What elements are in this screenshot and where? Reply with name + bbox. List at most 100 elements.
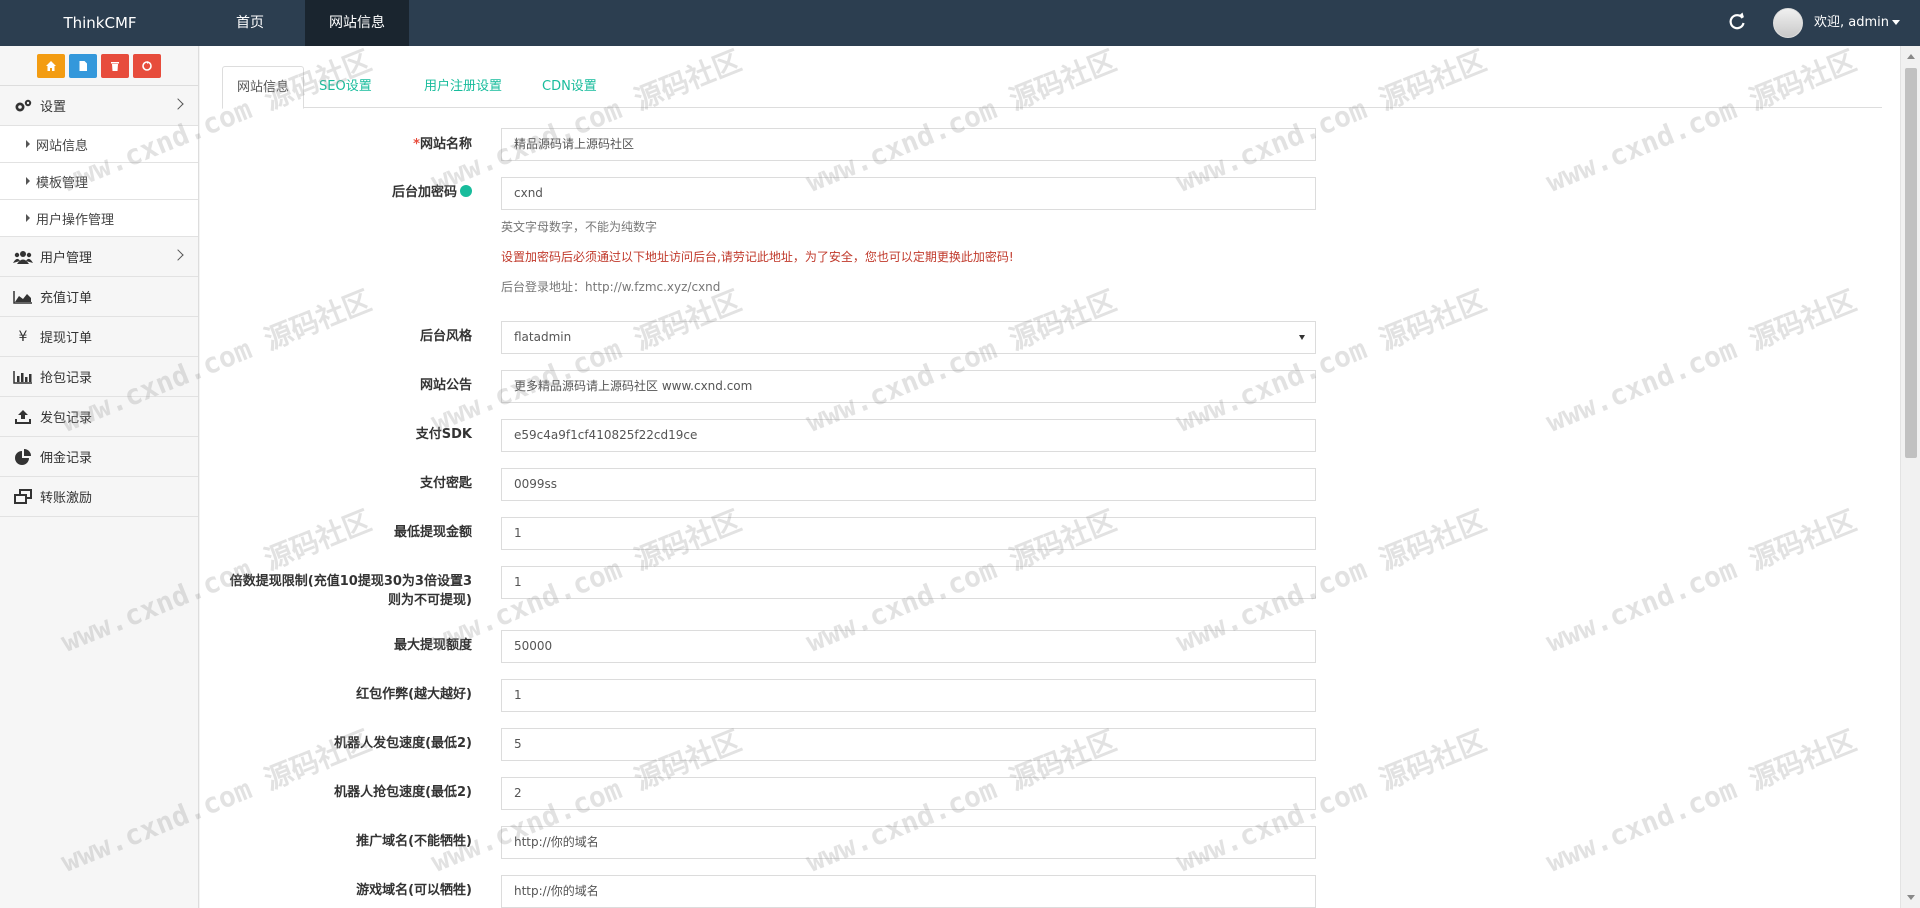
sidebar-item-grab-records[interactable]: 抢包记录	[0, 357, 198, 397]
admin-login-url: 后台登录地址：http://w.fzmc.xyz/cxnd	[501, 278, 720, 295]
sidebar-item-recharge-orders[interactable]: 充值订单	[0, 277, 198, 317]
sidebar: 设置 网站信息 模板管理 用户操作管理 用户管理 充值订单 ¥ 提现订单 抢包记…	[0, 46, 199, 908]
vertical-scrollbar[interactable]	[1900, 46, 1920, 908]
notice-label: 网站公告	[419, 378, 472, 393]
upload-icon	[12, 408, 34, 426]
scroll-up-arrow-icon[interactable]	[1907, 54, 1915, 59]
gears-icon	[12, 97, 34, 115]
game-domain-input[interactable]: http://你的域名	[501, 875, 1316, 908]
trash-icon	[111, 61, 119, 71]
user-greeting: 欢迎, admin	[1814, 15, 1889, 30]
area-chart-icon	[12, 288, 34, 306]
sidebar-item-label: 发包记录	[40, 411, 93, 426]
site-name-label: *网站名称	[202, 135, 472, 154]
admin-style-select[interactable]: flatadmin	[501, 321, 1316, 354]
info-icon[interactable]	[460, 185, 472, 197]
tab-register[interactable]: 用户注册设置	[410, 66, 516, 108]
pay-key-label: 支付密匙	[419, 476, 472, 491]
sidebar-subitem-templates[interactable]: 模板管理	[0, 163, 198, 200]
yen-icon: ¥	[18, 328, 28, 345]
admin-code-help: 英文字母数字，不能为纯数字	[501, 220, 658, 234]
caret-right-icon	[26, 214, 30, 222]
max-withdraw-input[interactable]: 50000	[501, 630, 1316, 663]
scroll-down-arrow-icon[interactable]	[1907, 895, 1915, 900]
site-name-label-text: 网站名称	[419, 137, 472, 152]
sidebar-item-send-records[interactable]: 发包记录	[0, 397, 198, 437]
notice-input[interactable]: 更多精品源码请上源码社区 www.cxnd.com	[501, 370, 1316, 403]
robot-grab-label: 机器人抢包速度(最低2)	[334, 785, 472, 800]
sidebar-item-label: 佣金记录	[40, 451, 93, 466]
admin-code-input[interactable]: cxnd	[501, 177, 1316, 210]
chevron-right-icon	[172, 249, 184, 261]
required-marker: *	[413, 137, 420, 152]
file-icon	[79, 60, 87, 71]
tab-site-info[interactable]: 网站信息	[222, 66, 305, 109]
bar-chart-icon	[12, 368, 34, 386]
home-shortcut-button[interactable]	[37, 53, 65, 78]
sidebar-item-label: 设置	[40, 100, 67, 115]
caret-down-icon	[1892, 20, 1900, 25]
sidebar-item-label: 转账激励	[40, 491, 93, 506]
min-withdraw-input[interactable]: 1	[501, 517, 1316, 550]
select-arrow-icon	[1299, 335, 1305, 340]
max-withdraw-label: 最大提现额度	[393, 638, 472, 653]
pay-key-input[interactable]: 0099ss	[501, 468, 1316, 501]
min-withdraw-label: 最低提现金额	[393, 525, 472, 540]
top-navbar: ThinkCMF 首页 网站信息 欢迎, admin	[0, 0, 1920, 46]
cheat-label: 红包作弊(越大越好)	[356, 687, 472, 702]
pie-chart-icon	[12, 448, 34, 466]
nav-site-info[interactable]: 网站信息	[305, 0, 409, 46]
admin-code-label: 后台加密码	[202, 183, 472, 202]
robot-send-label: 机器人发包速度(最低2)	[334, 736, 472, 751]
robot-grab-input[interactable]: 2	[501, 777, 1316, 810]
sidebar-item-label: 充值订单	[40, 291, 93, 306]
promo-domain-input[interactable]: http://你的域名	[501, 826, 1316, 859]
multiple-limit-label-line1: 倍数提现限制(充值10提现30为3倍设置3	[229, 574, 472, 589]
admin-login-url-link[interactable]: http://w.fzmc.xyz/cxnd	[585, 280, 720, 294]
site-name-input[interactable]: 精品源码请上源码社区	[501, 128, 1316, 161]
trash-shortcut-button[interactable]	[101, 53, 129, 78]
sidebar-item-label: 用户管理	[40, 251, 93, 266]
robot-send-input[interactable]: 5	[501, 728, 1316, 761]
admin-code-warning: 设置加密码后必须通过以下地址访问后台,请劳记此地址，为了安全，您也可以定期更换此…	[501, 250, 1014, 264]
user-menu[interactable]: 欢迎, admin	[1814, 0, 1900, 46]
chevron-right-icon	[172, 98, 184, 110]
nav-home[interactable]: 首页	[212, 0, 288, 46]
windows-icon	[12, 488, 34, 506]
file-shortcut-button[interactable]	[69, 53, 97, 78]
cheat-input[interactable]: 1	[501, 679, 1316, 712]
multiple-limit-input[interactable]: 1	[501, 566, 1316, 599]
sidebar-item-withdraw-orders[interactable]: ¥ 提现订单	[0, 317, 198, 357]
sidebar-item-settings[interactable]: 设置	[0, 86, 198, 126]
sidebar-subitem-user-actions[interactable]: 用户操作管理	[0, 200, 198, 237]
caret-right-icon	[26, 177, 30, 185]
sidebar-subitem-label: 用户操作管理	[36, 212, 115, 228]
tab-bar: 网站信息 SEO设置 用户注册设置 CDN设置	[222, 66, 1882, 109]
recycle-icon	[142, 60, 152, 71]
admin-code-label-text: 后台加密码	[391, 185, 457, 200]
avatar[interactable]	[1773, 8, 1803, 38]
tab-cdn[interactable]: CDN设置	[528, 66, 611, 108]
sidebar-item-label: 抢包记录	[40, 371, 93, 386]
multiple-limit-label: 倍数提现限制(充值10提现30为3倍设置3 则为不可提现)	[202, 572, 472, 610]
users-icon	[12, 248, 34, 266]
sidebar-item-label: 提现订单	[40, 331, 93, 346]
refresh-icon[interactable]	[1725, 10, 1749, 34]
sidebar-item-users[interactable]: 用户管理	[0, 237, 198, 277]
pay-sdk-label: 支付SDK	[415, 427, 472, 442]
sidebar-subitem-label: 网站信息	[36, 138, 89, 154]
pay-sdk-input[interactable]: e59c4a9f1cf410825f22cd19ce	[501, 419, 1316, 452]
recycle-shortcut-button[interactable]	[133, 53, 161, 78]
game-domain-label: 游戏域名(可以牺牲)	[356, 883, 472, 898]
caret-right-icon	[26, 140, 30, 148]
sidebar-subitem-label: 模板管理	[36, 175, 89, 191]
multiple-limit-label-line2: 则为不可提现)	[388, 593, 472, 608]
sidebar-subitem-site-info[interactable]: 网站信息	[0, 126, 198, 163]
brand-logo[interactable]: ThinkCMF	[0, 0, 200, 46]
sidebar-item-commission-records[interactable]: 佣金记录	[0, 437, 198, 477]
sidebar-item-transfer-rewards[interactable]: 转账激励	[0, 477, 198, 517]
tab-seo[interactable]: SEO设置	[305, 66, 386, 108]
shortcut-row	[0, 46, 198, 86]
admin-style-value: flatadmin	[514, 330, 572, 344]
scroll-thumb[interactable]	[1905, 68, 1917, 458]
